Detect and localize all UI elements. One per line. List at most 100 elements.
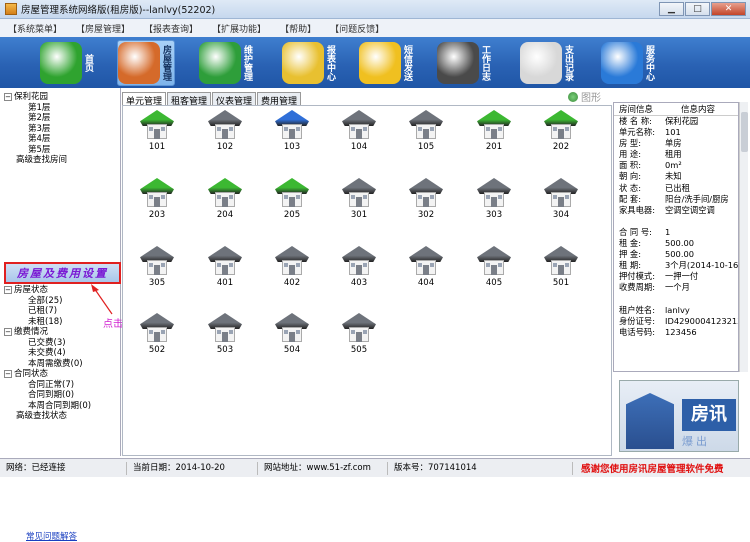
room-403[interactable]: 403 [339, 246, 379, 288]
room-401[interactable]: 401 [205, 246, 245, 288]
version: 版本号：707141014 [388, 461, 573, 475]
room-204[interactable]: 204 [205, 178, 245, 220]
tab-meter[interactable]: 仪表管理 [212, 92, 257, 107]
room-number: 404 [417, 278, 435, 288]
tree-item[interactable]: − 房屋状态 [4, 285, 91, 296]
room-303[interactable]: 303 [474, 178, 514, 220]
tab-unit[interactable]: 单元管理 [122, 92, 167, 107]
toolbar-envelope-button[interactable]: 短信发送 [359, 40, 415, 86]
tree-item[interactable]: − 保利花园 [4, 92, 67, 103]
tree-item[interactable]: 全部(25) [4, 296, 91, 307]
room-102[interactable]: 102 [205, 110, 245, 152]
info-row: 单元名称: 101 [619, 127, 738, 138]
tree-item[interactable]: 第5层 [4, 145, 67, 156]
room-201[interactable]: 201 [474, 110, 514, 152]
tree-item[interactable]: 本周合同到期(0) [4, 401, 91, 412]
room-501[interactable]: 501 [541, 246, 581, 288]
house-icon [275, 110, 309, 140]
room-402[interactable]: 402 [272, 246, 312, 288]
info-row: 租 金: 500.00 [619, 238, 738, 249]
menu-help[interactable]: 【帮助】 [280, 22, 316, 35]
info-value: 1 [665, 226, 671, 237]
info-value: 500.00 [665, 249, 695, 260]
tab-fee[interactable]: 费用管理 [257, 92, 302, 107]
building-tree: − 保利花园 第1层 第2层 第3层 第4层 第5层 高级查找房间 [4, 92, 67, 166]
info-key: 配 套: [619, 193, 642, 204]
toolbar-money-button[interactable]: 支出记录 [520, 40, 576, 86]
toolbar-notebook-button[interactable]: 工作日志 [437, 40, 493, 86]
tree-item-label: 本周合同到期(0) [28, 400, 92, 411]
tree-item[interactable]: 第1层 [4, 103, 67, 114]
room-502[interactable]: 502 [137, 313, 177, 355]
collapse-icon[interactable]: − [4, 92, 12, 101]
tree-item[interactable]: 第2层 [4, 113, 67, 124]
room-504[interactable]: 504 [272, 313, 312, 355]
tree-item[interactable]: 高级查找状态 [4, 411, 91, 422]
toolbar-home-button[interactable]: 首页 [40, 40, 96, 86]
tree-item[interactable]: 第3层 [4, 124, 67, 135]
menu-house[interactable]: 【房屋管理】 [76, 22, 130, 35]
room-number: 102 [216, 142, 234, 152]
tree-item[interactable]: 已交费(3) [4, 338, 91, 349]
tree-item[interactable]: 未租(18) [4, 317, 91, 328]
room-305[interactable]: 305 [137, 246, 177, 288]
room-105[interactable]: 105 [406, 110, 446, 152]
info-key: 押 金: [619, 249, 642, 260]
info-value: 0m² [665, 160, 682, 171]
room-202[interactable]: 202 [541, 110, 581, 152]
graphic-toggle[interactable]: 图形 [568, 89, 601, 104]
minimize-button[interactable]: ▁ [659, 2, 684, 16]
room-number: 204 [216, 210, 234, 220]
toolbar-house-button[interactable]: 房屋管理 [117, 40, 175, 86]
home-icon [40, 42, 82, 84]
room-103[interactable]: 103 [272, 110, 312, 152]
room-number: 505 [350, 345, 368, 355]
menu-system[interactable]: 【系统菜单】 [8, 22, 62, 35]
tab-tenant[interactable]: 租客管理 [167, 92, 212, 107]
menu-extend[interactable]: 【扩展功能】 [212, 22, 266, 35]
menu-report[interactable]: 【报表查询】 [144, 22, 198, 35]
room-503[interactable]: 503 [205, 313, 245, 355]
room-205[interactable]: 205 [272, 178, 312, 220]
close-button[interactable]: ✕ [711, 2, 746, 16]
tree-item[interactable]: 已租(7) [4, 306, 91, 317]
room-505[interactable]: 505 [339, 313, 379, 355]
room-number: 303 [485, 210, 503, 220]
click-hint: 点击 [103, 319, 123, 330]
collapse-icon[interactable]: − [4, 327, 12, 336]
logo-text: 房讯 [682, 399, 736, 431]
room-104[interactable]: 104 [339, 110, 379, 152]
room-101[interactable]: 101 [137, 110, 177, 152]
collapse-icon[interactable]: − [4, 369, 12, 378]
menu-feedback[interactable]: 【问题反馈】 [330, 22, 384, 35]
house-icon [409, 110, 443, 140]
room-404[interactable]: 404 [406, 246, 446, 288]
room-405[interactable]: 405 [474, 246, 514, 288]
info-row: 配 套: 阳台/洗手间/厨房 [619, 194, 738, 205]
room-304[interactable]: 304 [541, 178, 581, 220]
info-key: 押付模式: [619, 271, 655, 282]
maximize-button[interactable]: □ [685, 2, 710, 16]
toolbar-chart-button[interactable]: 报表中心 [282, 40, 338, 86]
toolbar-globe-button[interactable]: 服务中心 [601, 40, 657, 86]
tree-item[interactable]: 未交费(4) [4, 348, 91, 359]
toolbar-label: 服务中心 [644, 45, 654, 81]
collapse-icon[interactable]: − [4, 285, 12, 294]
tree-item[interactable]: 合同到期(0) [4, 390, 91, 401]
tree-item[interactable]: 合同正常(7) [4, 380, 91, 391]
info-key: 状 态: [619, 182, 642, 193]
info-scrollbar[interactable] [739, 102, 748, 372]
tree-item[interactable]: − 合同状态 [4, 369, 91, 380]
room-203[interactable]: 203 [137, 178, 177, 220]
tree-item[interactable]: − 缴费情况 [4, 327, 91, 338]
faq-link[interactable]: 常见问题解答 [26, 530, 77, 542]
info-value: 保利花园 [665, 116, 699, 126]
tree-item[interactable]: 第4层 [4, 134, 67, 145]
tree-item[interactable]: 本周需缴费(0) [4, 359, 91, 370]
toolbar-recycle-button[interactable]: 维护管理 [199, 40, 255, 86]
tree-item[interactable]: 高级查找房间 [4, 155, 67, 166]
info-value: 123456 [665, 326, 697, 337]
logo-subtext: 爆出 [682, 435, 710, 448]
room-302[interactable]: 302 [406, 178, 446, 220]
room-301[interactable]: 301 [339, 178, 379, 220]
